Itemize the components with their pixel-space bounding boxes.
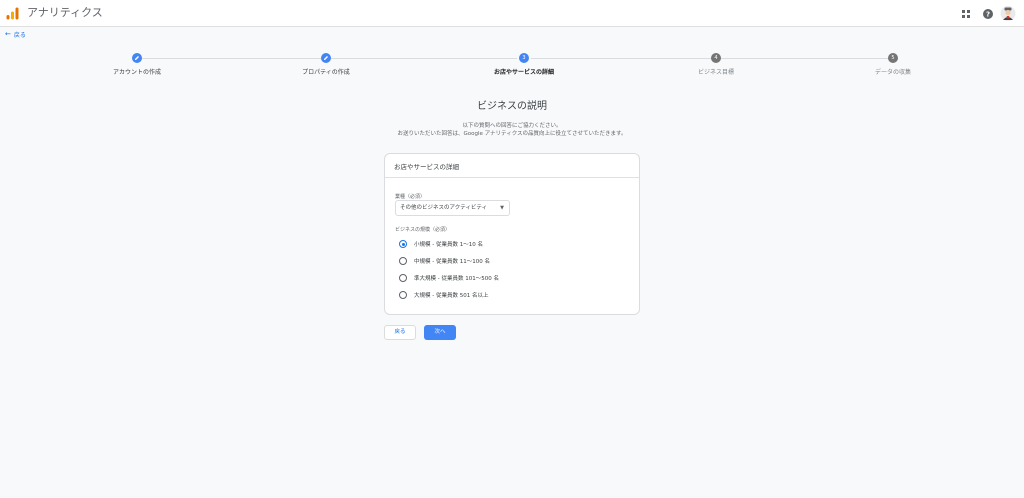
industry-select[interactable]: その他のビジネスのアクティビティ ▼ [395,200,510,216]
dropdown-arrow-icon: ▼ [500,205,504,211]
back-link[interactable]: ← 戻る [5,30,26,40]
step-1-label: アカウントの作成 [112,69,161,76]
business-details-card: お店やサービスの詳細 業種（必須） その他のビジネスのアクティビティ ▼ ビジネ… [384,153,640,315]
radio-label: 小規模 - 従業員数 1〜10 名 [414,242,483,248]
business-size-option-small[interactable]: 小規模 - 従業員数 1〜10 名 [399,240,483,248]
radio-label: 大規模 - 従業員数 501 名以上 [414,293,489,299]
svg-text:?: ? [986,10,990,18]
step-3-label: お店やサービスの詳細 [493,69,554,76]
step-4-label: ビジネス目標 [697,69,734,76]
top-app-bar: アナリティクス ? [0,0,1024,27]
pencil-icon [135,56,139,60]
step-2-label: プロパティの作成 [302,69,350,76]
arrow-left-icon: ← [5,30,11,38]
step-account-creation: アカウントの作成 [37,53,237,77]
business-size-option-mid-large[interactable]: 準大規模 - 従業員数 101〜500 名 [399,274,499,282]
back-button[interactable]: 戻る [384,325,416,340]
business-size-label: ビジネスの規模（必須） [395,227,451,233]
industry-label: 業種（必須） [395,194,426,200]
business-size-option-large[interactable]: 大規模 - 従業員数 501 名以上 [399,291,488,299]
radio-label: 中規模 - 従業員数 11〜100 名 [414,259,490,265]
step-5-label: データの収集 [874,69,911,76]
step-4-indicator: 4 [711,53,721,63]
page-title: ビジネスの説明 [477,101,547,112]
step-data-collection: 5 データの収集 [793,53,993,77]
step-business-details: 3 お店やサービスの詳細 [424,53,624,77]
step-5-indicator: 5 [888,53,898,63]
step-business-goals: 4 ビジネス目標 [616,53,816,77]
radio-button[interactable] [399,274,407,282]
app-title: アナリティクス [27,6,103,19]
description-line-1: 以下の質問への回答にご協力ください。 [462,123,562,129]
pencil-icon [324,56,328,60]
page-description: 以下の質問への回答にご協力ください。 お送りいただいた回答は、Google アナ… [0,122,1024,138]
step-3-indicator: 3 [519,53,529,63]
apps-grid-icon[interactable] [959,7,973,21]
radio-button[interactable] [399,291,407,299]
help-icon[interactable]: ? [981,7,995,21]
card-title: お店やサービスの詳細 [385,154,639,178]
industry-select-value: その他のビジネスのアクティビティ [400,205,488,211]
step-1-indicator [132,53,142,63]
description-line-2: お送りいただいた回答は、Google アナリティクスの品質向上に役立てさせていた… [397,131,627,137]
account-avatar-icon[interactable] [1000,5,1016,22]
back-link-label: 戻る [13,32,26,39]
business-size-option-medium[interactable]: 中規模 - 従業員数 11〜100 名 [399,257,490,265]
radio-label: 準大規模 - 従業員数 101〜500 名 [414,276,499,282]
step-property-creation: プロパティの作成 [226,53,426,77]
step-2-indicator [321,53,331,63]
analytics-logo-icon[interactable] [6,7,19,20]
radio-button-checked[interactable] [399,240,407,248]
next-button[interactable]: 次へ [424,325,456,340]
radio-button[interactable] [399,257,407,265]
